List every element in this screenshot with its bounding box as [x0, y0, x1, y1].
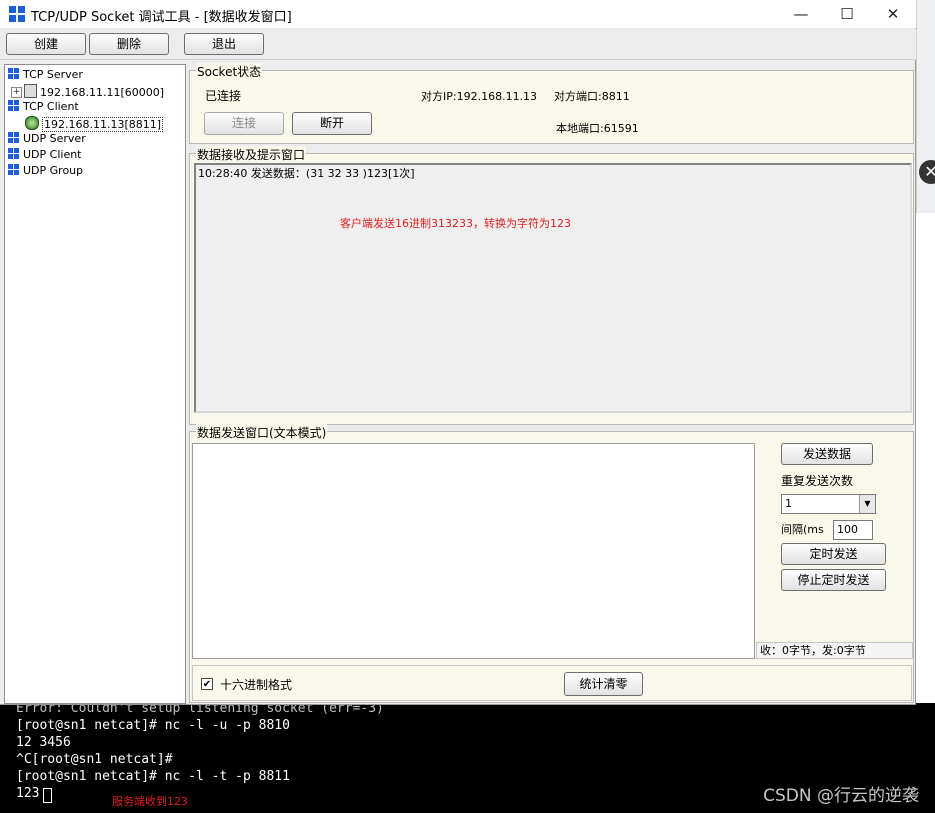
stop-timed-send-button[interactable]: 停止定时发送 — [781, 569, 886, 591]
udp-server-icon — [8, 132, 20, 144]
socket-status-label: Socket状态 — [196, 63, 263, 80]
watermark: CSDN @行云的逆袭 — [763, 786, 919, 806]
tree-item-udp-client[interactable]: UDP Client — [8, 148, 82, 161]
app-icon — [9, 6, 25, 22]
interval-label: 间隔(ms — [781, 523, 824, 536]
connect-button[interactable]: 连接 — [204, 112, 284, 135]
toolbar: 创建 删除 退出 — [0, 29, 916, 60]
send-options-bar: ✔ 十六进制格式 统计清零 — [192, 665, 912, 701]
timed-send-button[interactable]: 定时发送 — [781, 543, 886, 565]
terminal-cursor — [43, 788, 52, 803]
receive-annotation: 客户端发送16进制313233，转换为字符为123 — [340, 217, 571, 230]
hex-format-checkbox[interactable]: ✔ — [201, 678, 213, 690]
expand-icon[interactable]: + — [11, 87, 22, 98]
receive-group: 数据接收及提示窗口 10:28:40 发送数据：(31 32 33 )123[1… — [189, 146, 914, 425]
tree-item-tcp-client[interactable]: TCP Client — [8, 100, 79, 113]
receive-log-line: 10:28:40 发送数据：(31 32 33 )123[1次] — [198, 167, 415, 180]
udp-group-icon — [8, 164, 20, 176]
connection-tree[interactable]: TCP Server + 192.168.11.11[60000] TCP Cl… — [4, 64, 186, 704]
udp-client-icon — [8, 148, 20, 160]
send-label: 数据发送窗口(文本模式) — [196, 424, 328, 441]
tree-label: UDP Server — [23, 132, 86, 145]
tree-label: TCP Client — [23, 100, 79, 113]
delete-button[interactable]: 删除 — [89, 33, 169, 55]
byte-stats: 收：0字节，发:0字节 — [756, 642, 913, 659]
tree-label: TCP Server — [23, 68, 83, 81]
tcp-server-icon — [8, 68, 20, 80]
close-button[interactable]: ✕ — [870, 0, 916, 28]
peer-port: 对方端口:8811 — [554, 90, 630, 103]
title-bar[interactable]: TCP/UDP Socket 调试工具 - [数据收发窗口] — ☐ ✕ — [0, 0, 916, 28]
disconnect-button[interactable]: 断开 — [292, 112, 372, 135]
chevron-down-icon[interactable]: ▼ — [859, 495, 875, 513]
tcp-client-icon — [8, 100, 20, 112]
tree-item-tcp-server[interactable]: TCP Server — [8, 68, 83, 81]
send-textarea[interactable] — [192, 443, 755, 659]
tree-item-tcp-client-child[interactable]: 192.168.11.13[8811] — [25, 116, 164, 132]
hex-format-label: 十六进制格式 — [220, 678, 293, 692]
receive-label: 数据接收及提示窗口 — [196, 146, 307, 163]
app-window: TCP/UDP Socket 调试工具 - [数据收发窗口] — ☐ ✕ 创建 … — [0, 0, 916, 705]
background-window — [916, 0, 935, 813]
terminal[interactable]: Error: Couldn't setup listening socket (… — [0, 703, 935, 813]
terminal-line: ^C[root@sn1 netcat]# — [16, 752, 173, 767]
window-title: TCP/UDP Socket 调试工具 - [数据收发窗口] — [31, 10, 292, 25]
create-button[interactable]: 创建 — [6, 33, 86, 55]
minimize-button[interactable]: — — [778, 0, 824, 28]
exit-button[interactable]: 退出 — [184, 33, 264, 55]
tree-label: UDP Group — [23, 164, 84, 177]
tree-item-udp-server[interactable]: UDP Server — [8, 132, 86, 145]
tree-label: 192.168.11.11[60000] — [40, 86, 165, 99]
terminal-line: [root@sn1 netcat]# nc -l -u -p 8810 — [16, 718, 290, 733]
peer-ip: 对方IP:192.168.11.13 — [421, 90, 538, 103]
repeat-count-value: 1 — [785, 497, 792, 510]
terminal-line: 12 3456 — [16, 735, 71, 750]
tree-item-tcp-server-child[interactable]: 192.168.11.11[60000] — [24, 84, 164, 99]
send-group: 数据发送窗口(文本模式) 发送数据 重复发送次数 1 ▼ 间隔(ms 100 定… — [189, 424, 914, 703]
repeat-count-label: 重复发送次数 — [781, 474, 854, 488]
tree-label: 192.168.11.13[8811] — [42, 117, 164, 132]
send-data-button[interactable]: 发送数据 — [781, 443, 873, 465]
tree-label: UDP Client — [23, 148, 82, 161]
receive-textarea[interactable]: 10:28:40 发送数据：(31 32 33 )123[1次] 客户端发送16… — [194, 163, 912, 413]
connected-globe-icon — [25, 116, 39, 130]
server-connection-icon — [24, 84, 37, 98]
terminal-line: [root@sn1 netcat]# nc -l -t -p 8811 — [16, 769, 290, 784]
reset-stats-button[interactable]: 统计清零 — [564, 672, 643, 696]
repeat-count-select[interactable]: 1 ▼ — [781, 494, 876, 514]
maximize-button[interactable]: ☐ — [824, 0, 870, 28]
local-port: 本地端口:61591 — [556, 122, 639, 135]
connection-state: 已连接 — [205, 89, 242, 103]
terminal-annotation: 服务端收到123 — [112, 795, 188, 808]
tree-item-udp-group[interactable]: UDP Group — [8, 164, 83, 177]
interval-input[interactable]: 100 — [833, 520, 873, 540]
socket-status-group: Socket状态 已连接 对方IP:192.168.11.13 对方端口:881… — [189, 63, 914, 144]
terminal-line: 123 — [16, 786, 40, 801]
